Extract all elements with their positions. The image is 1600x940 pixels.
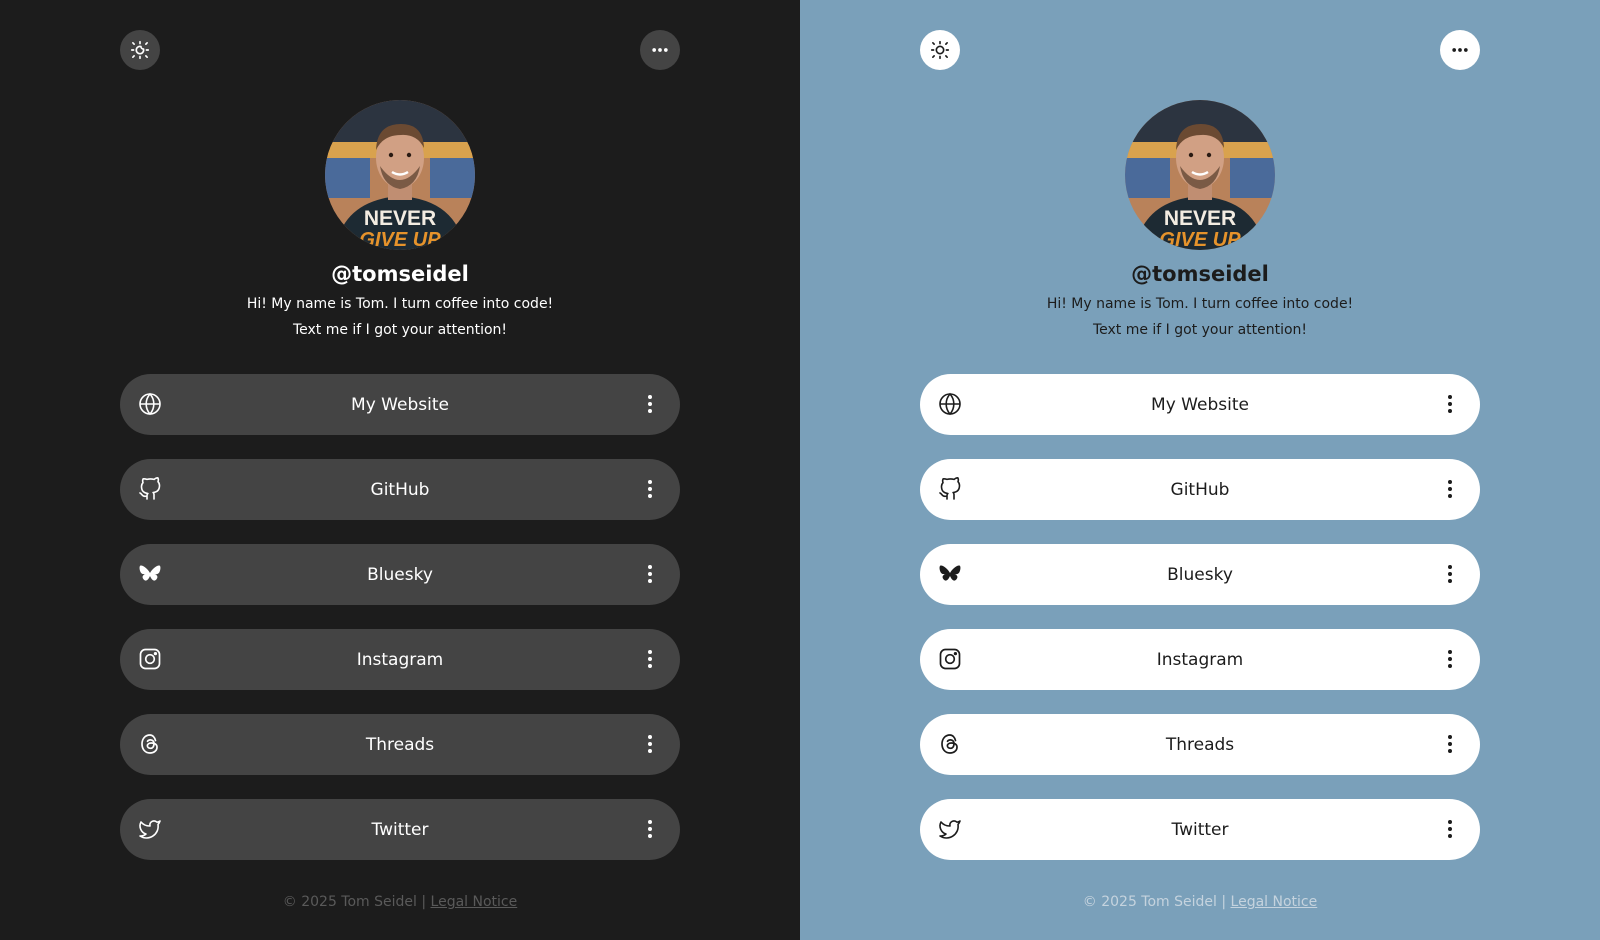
twitter-icon — [138, 817, 162, 841]
link-twitter[interactable]: Twitter — [120, 799, 680, 860]
svg-text:GIVE UP: GIVE UP — [1159, 229, 1241, 250]
moon-sun-icon — [130, 40, 150, 60]
theme-toggle-button[interactable] — [120, 30, 160, 70]
more-options-button[interactable] — [640, 30, 680, 70]
instagram-icon — [938, 647, 962, 671]
link-bluesky[interactable]: Bluesky — [120, 544, 680, 605]
more-vertical-icon[interactable] — [1438, 647, 1462, 671]
more-vertical-icon[interactable] — [1438, 732, 1462, 756]
legal-notice-link[interactable]: Legal Notice — [1231, 894, 1318, 910]
footer-copyright: © 2025 Tom Seidel | — [1082, 894, 1227, 910]
globe-icon — [138, 392, 162, 416]
profile-handle: @tomseidel — [1131, 262, 1269, 286]
link-list: My Website GitHub Bluesky Instagram Thre… — [920, 374, 1480, 884]
more-vertical-icon[interactable] — [638, 647, 662, 671]
link-instagram[interactable]: Instagram — [920, 629, 1480, 690]
more-vertical-icon[interactable] — [1438, 562, 1462, 586]
link-github[interactable]: GitHub — [120, 459, 680, 520]
link-label: Twitter — [1171, 819, 1229, 840]
threads-icon — [938, 732, 962, 756]
profile-bio-line-2: Text me if I got your attention! — [1092, 322, 1308, 338]
bluesky-icon — [938, 562, 962, 586]
link-bluesky[interactable]: Bluesky — [920, 544, 1480, 605]
link-twitter[interactable]: Twitter — [920, 799, 1480, 860]
legal-notice-link[interactable]: Legal Notice — [431, 894, 518, 910]
theme-toggle-button[interactable] — [920, 30, 960, 70]
link-my-website[interactable]: My Website — [920, 374, 1480, 435]
svg-text:GIVE UP: GIVE UP — [359, 229, 441, 250]
link-label: Instagram — [356, 649, 444, 670]
svg-text:NEVER: NEVER — [1164, 207, 1236, 230]
more-options-button[interactable] — [1440, 30, 1480, 70]
threads-icon — [138, 732, 162, 756]
link-list: My Website GitHub Bluesky Instagram Thre… — [120, 374, 680, 884]
link-label: My Website — [1151, 394, 1249, 415]
light-theme-preview: NEVER GIVE UP @tomseidel Hi! My name is … — [800, 0, 1600, 940]
more-vertical-icon[interactable] — [638, 817, 662, 841]
globe-icon — [938, 392, 962, 416]
link-label: Threads — [365, 734, 435, 755]
more-vertical-icon[interactable] — [1438, 477, 1462, 501]
footer: © 2025 Tom Seidel | Legal Notice — [0, 894, 800, 910]
link-label: Bluesky — [1167, 564, 1233, 585]
sun-icon — [930, 40, 950, 60]
more-horizontal-icon — [652, 48, 668, 52]
more-vertical-icon[interactable] — [638, 392, 662, 416]
profile-bio-line-1: Hi! My name is Tom. I turn coffee into c… — [246, 296, 554, 312]
bluesky-icon — [138, 562, 162, 586]
dark-theme-preview: NEVER GIVE UP @tomseidel Hi! My name is … — [0, 0, 800, 940]
link-my-website[interactable]: My Website — [120, 374, 680, 435]
twitter-icon — [938, 817, 962, 841]
profile-bio-line-1: Hi! My name is Tom. I turn coffee into c… — [1046, 296, 1354, 312]
link-instagram[interactable]: Instagram — [120, 629, 680, 690]
link-label: Twitter — [371, 819, 429, 840]
link-github[interactable]: GitHub — [920, 459, 1480, 520]
github-icon — [938, 477, 962, 501]
link-label: Instagram — [1156, 649, 1244, 670]
instagram-icon — [138, 647, 162, 671]
avatar: NEVER GIVE UP — [1125, 100, 1275, 250]
more-vertical-icon[interactable] — [638, 477, 662, 501]
link-threads[interactable]: Threads — [920, 714, 1480, 775]
more-vertical-icon[interactable] — [638, 562, 662, 586]
avatar: NEVER GIVE UP — [325, 100, 475, 250]
footer-copyright: © 2025 Tom Seidel | — [282, 894, 427, 910]
more-vertical-icon[interactable] — [1438, 392, 1462, 416]
profile-bio-line-2: Text me if I got your attention! — [292, 322, 508, 338]
link-label: My Website — [351, 394, 449, 415]
more-horizontal-icon — [1452, 48, 1468, 52]
link-label: Threads — [1165, 734, 1235, 755]
link-label: GitHub — [1170, 479, 1230, 500]
svg-text:NEVER: NEVER — [364, 207, 436, 230]
link-threads[interactable]: Threads — [120, 714, 680, 775]
more-vertical-icon[interactable] — [638, 732, 662, 756]
link-label: GitHub — [370, 479, 430, 500]
more-vertical-icon[interactable] — [1438, 817, 1462, 841]
profile-handle: @tomseidel — [331, 262, 469, 286]
link-label: Bluesky — [367, 564, 433, 585]
github-icon — [138, 477, 162, 501]
footer: © 2025 Tom Seidel | Legal Notice — [800, 894, 1600, 910]
